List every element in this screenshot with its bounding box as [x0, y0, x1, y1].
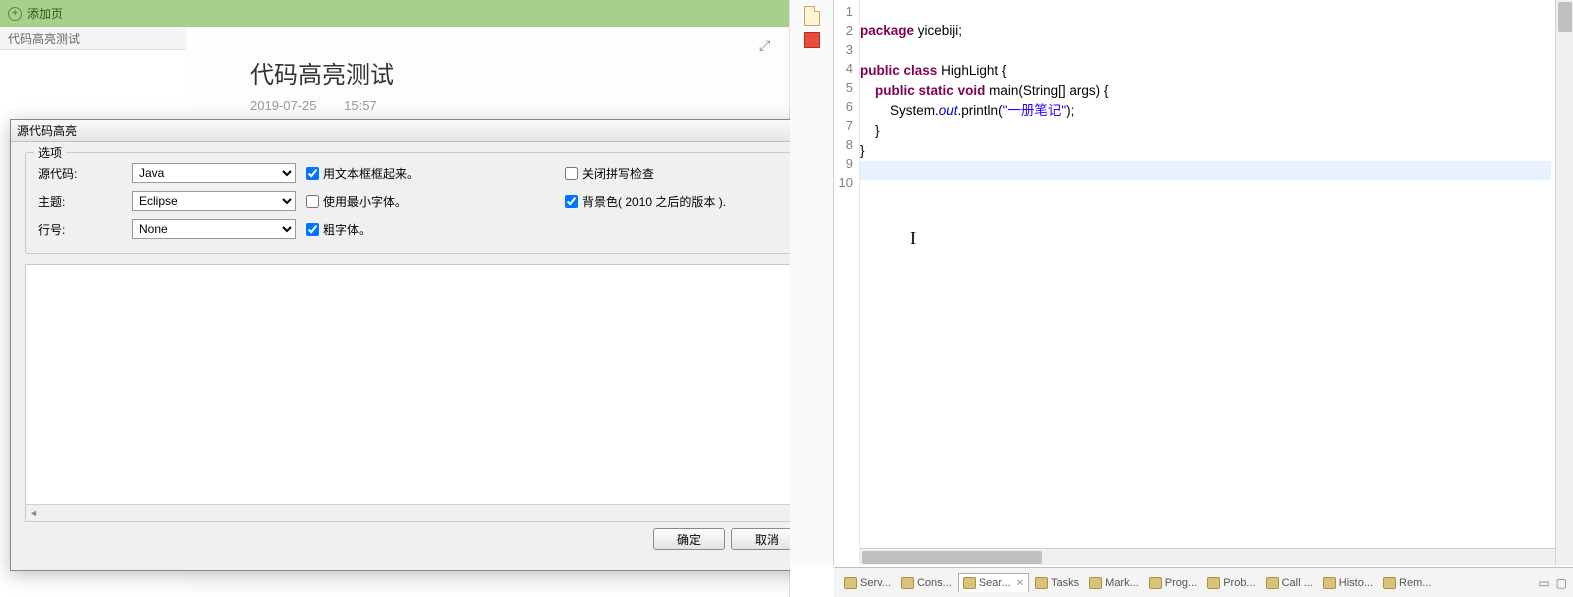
- tasks-icon: [1035, 577, 1048, 589]
- console-icon: [901, 577, 914, 589]
- tab-markers[interactable]: Mark...: [1085, 574, 1143, 592]
- note-meta: 2019-07-25 15:57: [250, 98, 789, 113]
- line-gutter: 12345678910: [834, 0, 860, 565]
- markers-icon: [1089, 577, 1102, 589]
- chk-textbox[interactable]: 用文本框框起来。: [306, 165, 561, 182]
- plus-icon: +: [8, 7, 22, 21]
- label-source: 源代码:: [38, 165, 128, 182]
- marker-column: [790, 0, 834, 565]
- label-theme: 主题:: [38, 193, 128, 210]
- tab-progress[interactable]: Prog...: [1145, 574, 1201, 592]
- tab-servers[interactable]: Serv...: [840, 574, 895, 592]
- tab-call[interactable]: Call ...: [1262, 574, 1317, 592]
- scroll-left-icon[interactable]: ◄: [29, 508, 38, 518]
- editor-vscroll[interactable]: [1555, 0, 1573, 565]
- history-icon: [1323, 577, 1336, 589]
- tab-remote[interactable]: Rem...: [1379, 574, 1435, 592]
- close-icon[interactable]: ✕: [1016, 578, 1024, 589]
- servers-icon: [844, 577, 857, 589]
- tab-tasks[interactable]: Tasks: [1031, 574, 1083, 592]
- chk-bg[interactable]: 背景色( 2010 之后的版本 ).: [565, 193, 825, 210]
- dialog-titlebar[interactable]: 源代码高亮 ×: [11, 120, 835, 142]
- preview-box[interactable]: ◄ ►: [25, 264, 818, 522]
- dialog-title: 源代码高亮: [17, 122, 77, 139]
- editor-hscroll[interactable]: [860, 548, 1555, 565]
- line-select[interactable]: None: [132, 219, 296, 239]
- theme-select[interactable]: Eclipse: [132, 191, 296, 211]
- chk-minfont[interactable]: 使用最小字体。: [306, 193, 561, 210]
- options-group: 选项 源代码: Java 用文本框框起来。 关闭拼写检查 主题: Eclipse…: [25, 152, 821, 254]
- tab-search[interactable]: Sear...✕: [958, 573, 1029, 592]
- maximize-icon[interactable]: ▢: [1556, 576, 1567, 590]
- problems-icon: [1207, 577, 1220, 589]
- bottom-tabs: Serv... Cons... Sear...✕ Tasks Mark... P…: [834, 567, 1573, 597]
- add-page-label: 添加页: [27, 5, 63, 22]
- ok-button[interactable]: 确定: [653, 528, 725, 550]
- progress-icon: [1149, 577, 1162, 589]
- tab-console[interactable]: Cons...: [897, 574, 956, 592]
- minimize-icon[interactable]: ▭: [1538, 576, 1549, 590]
- chk-spell[interactable]: 关闭拼写检查: [565, 165, 825, 182]
- dialog-body: 选项 源代码: Java 用文本框框起来。 关闭拼写检查 主题: Eclipse…: [11, 142, 835, 560]
- tab-history[interactable]: Histo...: [1319, 574, 1377, 592]
- chk-bold[interactable]: 粗字体。: [306, 221, 561, 238]
- tab-problems[interactable]: Prob...: [1203, 574, 1259, 592]
- call-icon: [1266, 577, 1279, 589]
- source-select[interactable]: Java: [132, 163, 296, 183]
- add-page-button[interactable]: + 添加页: [0, 0, 789, 27]
- note-time: 15:57: [344, 98, 377, 113]
- expand-icon[interactable]: ⤢: [759, 37, 773, 51]
- highlight-dialog: 源代码高亮 × 选项 源代码: Java 用文本框框起来。 关闭拼写检查 主题:…: [10, 119, 836, 571]
- note-date: 2019-07-25: [250, 98, 317, 113]
- tab-tools[interactable]: ▭▢: [1538, 576, 1567, 590]
- remote-icon: [1383, 577, 1396, 589]
- label-line: 行号:: [38, 221, 128, 238]
- group-label: 选项: [34, 144, 66, 161]
- search-icon: [963, 577, 976, 589]
- preview-hscroll[interactable]: ◄ ►: [26, 504, 817, 521]
- doc-icon[interactable]: [804, 6, 820, 26]
- note-title: 代码高亮测试: [250, 55, 789, 90]
- eclipse-editor: 12345678910 package yicebiji; public cla…: [790, 0, 1573, 597]
- stop-icon[interactable]: [804, 32, 820, 48]
- code-area[interactable]: package yicebiji; public class HighLight…: [860, 2, 1551, 200]
